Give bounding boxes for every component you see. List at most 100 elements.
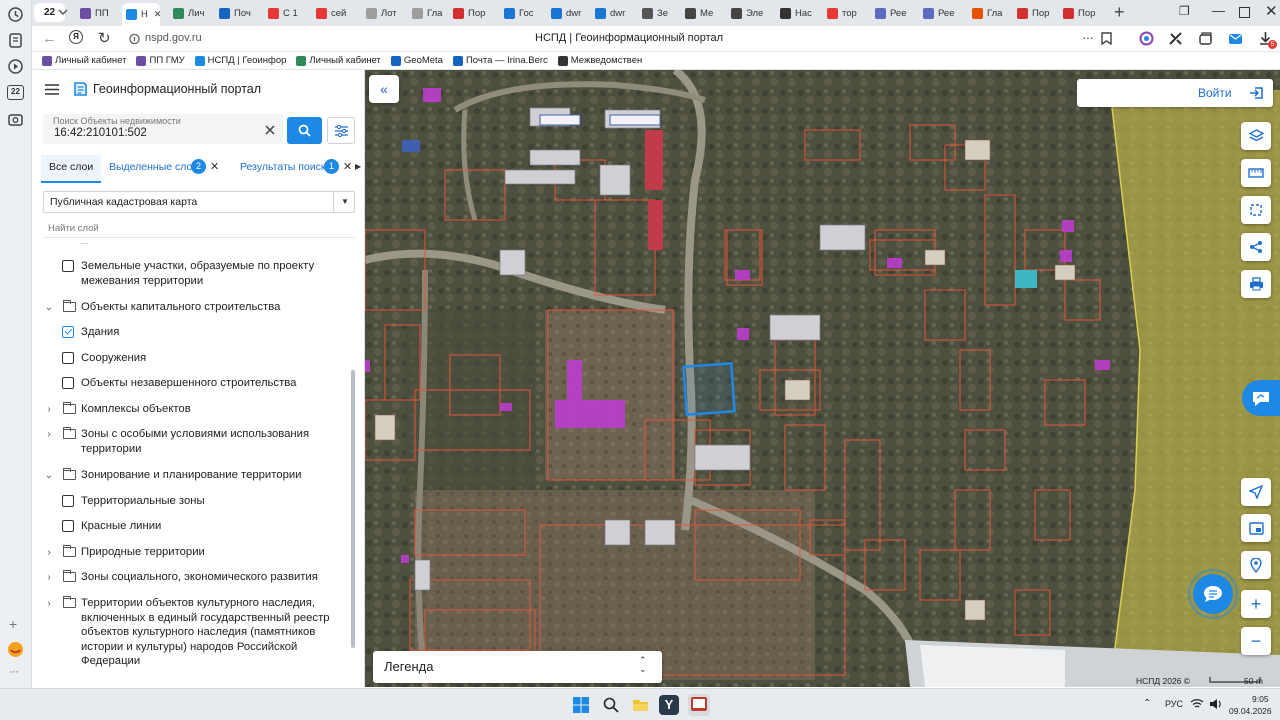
tools-icon[interactable] [1168, 31, 1183, 46]
extension-protect-icon[interactable] [1139, 31, 1154, 46]
map-canvas[interactable]: « Войти + − Легенда ⌃ ⌄ НСПД 2026 © 50 m [365, 70, 1280, 687]
browser-tab[interactable]: тор [827, 3, 867, 23]
browser-tab[interactable]: Лот [366, 3, 404, 23]
layers-button[interactable] [1241, 122, 1271, 150]
close-window-button[interactable]: ✕ [1265, 2, 1278, 20]
chevron-down-icon[interactable] [58, 9, 68, 16]
bookmark-item[interactable]: GeoMeta [390, 55, 443, 66]
bookmark-item[interactable]: Почта — Irina.Berc [452, 55, 548, 66]
feedback-tab[interactable] [1242, 380, 1280, 416]
search-icon[interactable] [603, 697, 619, 713]
network-icon[interactable] [1190, 698, 1204, 710]
chevron-right-icon[interactable]: › [43, 546, 55, 561]
browser-tab[interactable]: ПП [80, 3, 120, 23]
collapse-panel-button[interactable]: « [369, 75, 399, 103]
url-text[interactable]: nspd.gov.ru [145, 32, 202, 44]
active-app-button[interactable] [688, 694, 710, 716]
login-button-label[interactable]: Войти [1198, 86, 1232, 100]
layer-item[interactable]: Здания [62, 325, 382, 340]
browser-tab[interactable]: Гос [504, 3, 544, 23]
layer-group[interactable]: ⌄ Зонирование и планирование территории [43, 467, 363, 484]
chevron-right-icon[interactable]: › [43, 571, 55, 586]
browser-tab[interactable]: Рее [875, 3, 917, 23]
start-icon[interactable] [573, 697, 589, 713]
browser-tab[interactable]: Гла [412, 3, 450, 23]
browser-tab[interactable]: Ме [685, 3, 727, 23]
measure-button[interactable] [1241, 159, 1271, 187]
language-indicator[interactable]: РУС [1165, 699, 1183, 709]
layer-item[interactable]: Земельные участки, образуемые по проекту… [62, 259, 382, 288]
layer-group[interactable]: › Зоны с особыми условиями использования … [43, 426, 363, 456]
layer-group[interactable]: › Комплексы объектов [43, 401, 363, 418]
clock-time[interactable]: 9:05 [1252, 694, 1269, 704]
layer-group[interactable]: › Природные территории [43, 544, 363, 561]
browser-tab[interactable]: Лич [173, 3, 215, 23]
login-icon[interactable] [1249, 86, 1264, 100]
tabs-scroll-right-icon[interactable]: ▶ [355, 162, 361, 171]
layer-group[interactable]: › Территории объектов культурного наследи… [43, 595, 363, 669]
tray-chevron-icon[interactable]: ⌃ [1143, 698, 1151, 709]
layer-checkbox[interactable] [62, 352, 74, 364]
geo-search-button[interactable] [1241, 551, 1271, 579]
copy-icon[interactable]: ❐ [1179, 4, 1190, 18]
chevron-right-icon[interactable]: › [43, 597, 55, 612]
mail-extension-icon[interactable] [1228, 31, 1243, 46]
chat-button[interactable] [1193, 574, 1233, 614]
legend-bar[interactable]: Легенда ⌃ ⌄ [373, 651, 662, 683]
layer-checkbox[interactable] [62, 260, 74, 272]
layer-item[interactable]: Сооружения [62, 351, 382, 366]
alice-icon[interactable] [7, 641, 24, 658]
layer-checkbox[interactable] [62, 377, 74, 389]
layer-item[interactable]: Территориальные зоны [62, 494, 382, 509]
bookmark-item[interactable]: Личный кабинет [42, 55, 126, 66]
expand-legend-icon[interactable]: ⌃ ⌄ [639, 656, 647, 674]
browser-tab[interactable]: Гла [972, 3, 1012, 23]
browser-tab[interactable]: Поч [219, 3, 261, 23]
clock-date[interactable]: 09.04.2026 [1229, 706, 1272, 716]
browser-tab[interactable]: С 1 [268, 3, 312, 23]
new-tab-button[interactable]: + [1114, 2, 1125, 23]
play-icon[interactable] [7, 58, 24, 75]
yandex-icon[interactable]: Я [69, 30, 83, 44]
layer-item[interactable]: Красные линии [62, 519, 382, 534]
select-area-button[interactable] [1241, 196, 1271, 224]
page-menu-icon[interactable]: ··· [1082, 29, 1094, 45]
yandex-browser-icon[interactable]: Y [659, 695, 679, 715]
more-icon[interactable]: ··· [9, 664, 19, 678]
print-button[interactable] [1241, 270, 1271, 298]
maximize-button[interactable] [1239, 7, 1250, 18]
close-tab-icon[interactable]: ✕ [154, 9, 160, 20]
locate-button[interactable] [1241, 478, 1271, 506]
calendar-icon[interactable]: 22 [7, 85, 24, 100]
layer-group[interactable]: › Зоны социального, экономического развит… [43, 569, 363, 586]
bookmark-item[interactable]: НСПД | Геоинфор [194, 55, 286, 66]
browser-tab[interactable]: Пор [1017, 3, 1057, 23]
browser-tab[interactable]: Пор [1063, 3, 1103, 23]
minimap-button[interactable] [1241, 514, 1271, 542]
login-bar[interactable]: Войти [1077, 79, 1273, 107]
chevron-down-icon[interactable]: ⌄ [43, 469, 55, 484]
layer-checkbox[interactable] [62, 495, 74, 507]
reload-button[interactable]: ↻ [98, 29, 111, 47]
bookmark-item[interactable]: Межведомствен [557, 55, 642, 66]
browser-tab[interactable]: dwr [551, 3, 589, 23]
layer-item[interactable]: Объекты незавершенного строительства [62, 376, 382, 391]
browser-tab[interactable]: Нас [780, 3, 820, 23]
volume-icon[interactable] [1209, 698, 1223, 710]
browser-tab[interactable]: сей [316, 3, 358, 23]
share-button[interactable] [1241, 233, 1271, 261]
layer-group[interactable]: ⌄ Объекты капитального строительства [43, 299, 363, 316]
collections-icon[interactable] [1198, 31, 1213, 46]
minimize-button[interactable]: — [1212, 3, 1225, 18]
zoom-in-button[interactable]: + [1241, 590, 1271, 618]
browser-tab[interactable]: Рее [923, 3, 963, 23]
back-button[interactable]: ← [42, 30, 57, 47]
notes-icon[interactable] [8, 33, 23, 48]
history-icon[interactable] [7, 6, 24, 23]
bookmark-item[interactable]: Личный кабинет [296, 55, 381, 66]
browser-tab[interactable]: Зе [642, 3, 682, 23]
screenshot-icon[interactable] [8, 112, 23, 127]
layer-checkbox[interactable] [62, 326, 74, 338]
site-info-icon[interactable] [129, 33, 140, 45]
zoom-out-button[interactable]: − [1241, 627, 1271, 655]
